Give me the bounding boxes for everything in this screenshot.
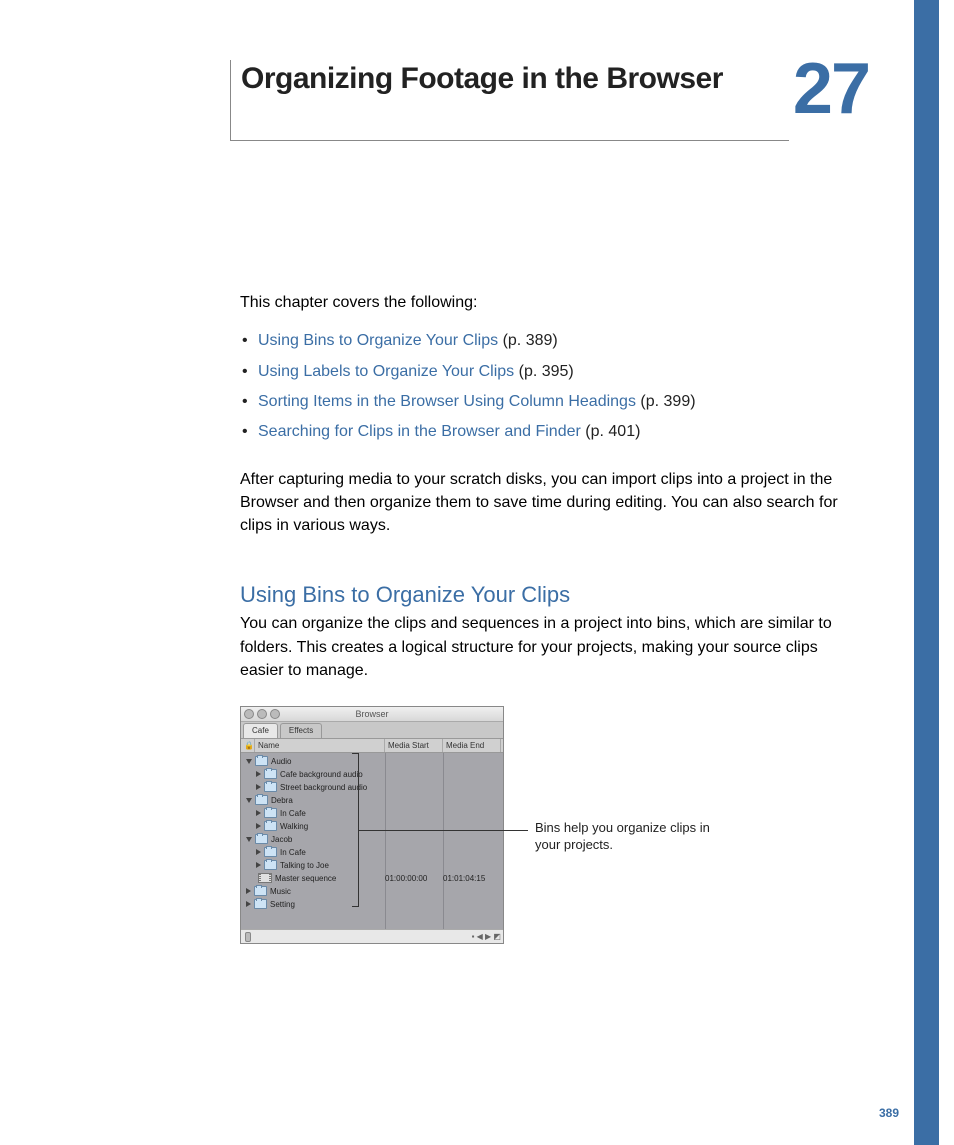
scroll-arrows[interactable]: ▪ ◀ ▶ ◩ bbox=[472, 930, 501, 943]
toc-item: Using Bins to Organize Your Clips (p. 38… bbox=[240, 326, 860, 356]
scrollbar[interactable]: ▪ ◀ ▶ ◩ bbox=[241, 929, 503, 943]
toc-page: (p. 401) bbox=[585, 423, 640, 440]
bin-icon bbox=[255, 756, 268, 766]
disclosure-right-icon[interactable] bbox=[246, 888, 251, 894]
media-end-value: 01:01:04:15 bbox=[443, 874, 501, 883]
sequence-label: Master sequence bbox=[275, 874, 336, 883]
callout-text: Bins help you organize clips in your pro… bbox=[535, 820, 715, 854]
disclosure-down-icon[interactable] bbox=[246, 759, 252, 764]
bin-icon bbox=[264, 860, 277, 870]
bin-row[interactable]: Music bbox=[241, 885, 503, 898]
column-media-end[interactable]: Media End bbox=[443, 739, 501, 752]
sequence-icon bbox=[258, 873, 272, 883]
bin-label: Audio bbox=[271, 757, 291, 766]
chapter-header: Organizing Footage in the Browser 27 bbox=[230, 60, 789, 141]
bin-icon bbox=[264, 808, 277, 818]
toc-link[interactable]: Using Labels to Organize Your Clips bbox=[258, 363, 514, 380]
bin-icon bbox=[264, 821, 277, 831]
bin-icon bbox=[264, 769, 277, 779]
toc-item: Searching for Clips in the Browser and F… bbox=[240, 417, 860, 447]
bin-row[interactable]: Street background audio bbox=[241, 781, 503, 794]
bin-label: In Cafe bbox=[280, 848, 306, 857]
bin-icon bbox=[254, 899, 267, 909]
tab-row: Cafe Effects bbox=[241, 722, 503, 739]
bin-label: Music bbox=[270, 887, 291, 896]
bin-label: Walking bbox=[280, 822, 308, 831]
tab-effects[interactable]: Effects bbox=[280, 723, 322, 738]
toc-list: Using Bins to Organize Your Clips (p. 38… bbox=[240, 326, 860, 448]
column-media-start[interactable]: Media Start bbox=[385, 739, 443, 752]
bin-row[interactable]: In Cafe bbox=[241, 807, 503, 820]
callout-line bbox=[358, 830, 528, 831]
column-name[interactable]: Name bbox=[255, 739, 385, 752]
close-icon[interactable] bbox=[244, 709, 254, 719]
bin-label: In Cafe bbox=[280, 809, 306, 818]
page-number: 389 bbox=[879, 1106, 899, 1120]
intro-lead: This chapter covers the following: bbox=[240, 291, 860, 314]
toc-link[interactable]: Sorting Items in the Browser Using Colum… bbox=[258, 393, 636, 410]
chapter-number: 27 bbox=[793, 48, 869, 130]
bin-label: Debra bbox=[271, 796, 293, 805]
bin-icon bbox=[264, 847, 277, 857]
sequence-row[interactable]: Master sequence 01:00:00:00 01:01:04:15 bbox=[241, 872, 503, 885]
toc-page: (p. 389) bbox=[503, 332, 558, 349]
toc-item: Sorting Items in the Browser Using Colum… bbox=[240, 387, 860, 417]
figure: Browser Cafe Effects 🔒 Name Media Start … bbox=[240, 706, 840, 944]
bin-row[interactable]: Jacob bbox=[241, 833, 503, 846]
bin-row[interactable]: Audio bbox=[241, 755, 503, 768]
toc-page: (p. 395) bbox=[519, 363, 574, 380]
chapter-title: Organizing Footage in the Browser bbox=[241, 60, 789, 96]
disclosure-right-icon[interactable] bbox=[256, 784, 261, 790]
section-heading: Using Bins to Organize Your Clips bbox=[240, 582, 860, 608]
disclosure-right-icon[interactable] bbox=[256, 862, 261, 868]
bin-row[interactable]: Setting bbox=[241, 898, 503, 911]
column-lock: 🔒 bbox=[241, 739, 255, 752]
bin-label: Setting bbox=[270, 900, 295, 909]
section-paragraph: You can organize the clips and sequences… bbox=[240, 612, 860, 682]
disclosure-down-icon[interactable] bbox=[246, 837, 252, 842]
bin-row[interactable]: Cafe background audio bbox=[241, 768, 503, 781]
disclosure-right-icon[interactable] bbox=[256, 771, 261, 777]
browser-titlebar: Browser bbox=[241, 707, 503, 722]
column-header-row: 🔒 Name Media Start Media End bbox=[241, 739, 503, 753]
minimize-icon[interactable] bbox=[257, 709, 267, 719]
bin-label: Cafe background audio bbox=[280, 770, 363, 779]
media-start-value: 01:00:00:00 bbox=[385, 874, 443, 883]
page-content: Organizing Footage in the Browser 27 Thi… bbox=[240, 60, 860, 944]
toc-item: Using Labels to Organize Your Clips (p. … bbox=[240, 357, 860, 387]
bin-icon bbox=[264, 782, 277, 792]
bin-icon bbox=[254, 886, 267, 896]
browser-window: Browser Cafe Effects 🔒 Name Media Start … bbox=[240, 706, 504, 944]
window-title: Browser bbox=[355, 709, 388, 719]
window-controls[interactable] bbox=[244, 709, 280, 719]
toc-link[interactable]: Using Bins to Organize Your Clips bbox=[258, 332, 498, 349]
bin-row[interactable]: Talking to Joe bbox=[241, 859, 503, 872]
toc-link[interactable]: Searching for Clips in the Browser and F… bbox=[258, 423, 581, 440]
body-paragraph: After capturing media to your scratch di… bbox=[240, 468, 860, 538]
disclosure-right-icon[interactable] bbox=[256, 849, 261, 855]
disclosure-right-icon[interactable] bbox=[256, 823, 261, 829]
zoom-icon[interactable] bbox=[270, 709, 280, 719]
bin-icon bbox=[255, 795, 268, 805]
bin-label: Jacob bbox=[271, 835, 292, 844]
toc-page: (p. 399) bbox=[640, 393, 695, 410]
disclosure-right-icon[interactable] bbox=[256, 810, 261, 816]
disclosure-down-icon[interactable] bbox=[246, 798, 252, 803]
bin-row[interactable]: Debra bbox=[241, 794, 503, 807]
disclosure-right-icon[interactable] bbox=[246, 901, 251, 907]
bin-row[interactable]: Walking bbox=[241, 820, 503, 833]
browser-tree: Audio Cafe background audio Street backg… bbox=[241, 753, 503, 929]
bin-label: Talking to Joe bbox=[280, 861, 329, 870]
bin-row[interactable]: In Cafe bbox=[241, 846, 503, 859]
scroll-thumb[interactable] bbox=[245, 932, 251, 942]
tab-cafe[interactable]: Cafe bbox=[243, 723, 278, 738]
page-accent-bar bbox=[914, 0, 939, 1145]
bin-icon bbox=[255, 834, 268, 844]
